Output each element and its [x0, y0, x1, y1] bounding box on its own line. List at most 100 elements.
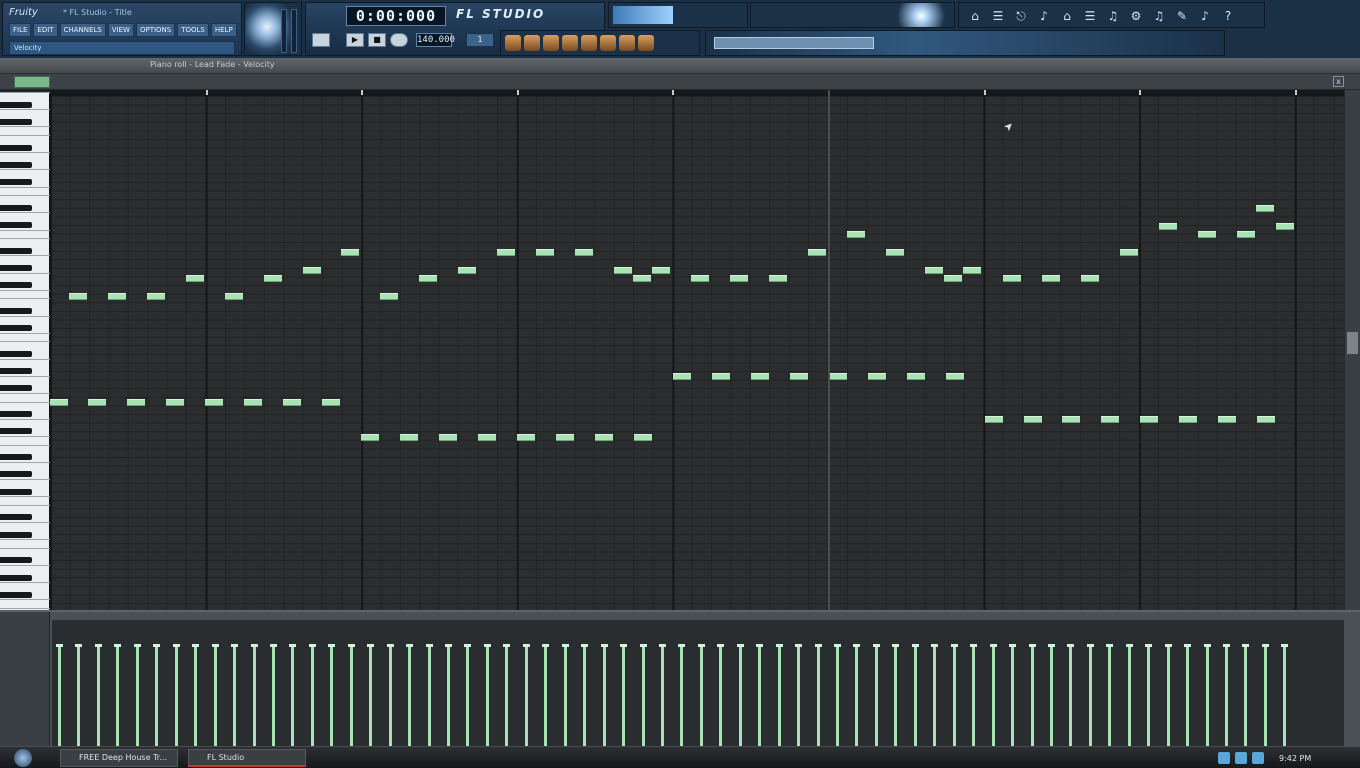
snap-selector[interactable] — [14, 76, 50, 88]
song-position-slider[interactable] — [714, 37, 874, 49]
piano-keyboard[interactable] — [0, 92, 50, 610]
note[interactable] — [1042, 275, 1060, 282]
piano-key-white[interactable] — [0, 238, 50, 240]
piano-key-white[interactable] — [0, 195, 50, 197]
velocity-handle[interactable] — [600, 644, 608, 647]
velocity-handle[interactable] — [1009, 644, 1017, 647]
record-button[interactable] — [390, 33, 408, 47]
velocity-bar[interactable] — [777, 646, 781, 746]
note[interactable] — [769, 275, 787, 282]
velocity-handle[interactable] — [931, 644, 939, 647]
piano-key-black[interactable] — [0, 351, 32, 357]
piano-key-white[interactable] — [0, 298, 50, 300]
playback-marker[interactable] — [828, 90, 830, 610]
mixer-icon[interactable]: ☰ — [1080, 6, 1100, 26]
velocity-handle[interactable] — [1164, 644, 1172, 647]
velocity-handle[interactable] — [483, 644, 491, 647]
piano-key-white[interactable] — [0, 186, 50, 188]
note[interactable] — [1120, 249, 1138, 256]
note[interactable] — [1140, 416, 1158, 423]
velocity-bar[interactable] — [1166, 646, 1170, 746]
master-volume-slider[interactable] — [281, 9, 287, 53]
tempo-display[interactable]: 140.000 — [416, 33, 455, 47]
note[interactable] — [634, 434, 652, 441]
piano-key-white[interactable] — [0, 522, 50, 523]
menu-channels[interactable]: CHANNELS — [59, 23, 106, 37]
menu-options[interactable]: OPTIONS — [135, 23, 176, 37]
piano-key-white[interactable] — [0, 341, 50, 343]
velocity-handle[interactable] — [775, 644, 783, 647]
piano-key-black[interactable] — [0, 557, 32, 564]
velocity-bar[interactable] — [155, 646, 159, 746]
velocity-handle[interactable] — [1028, 644, 1036, 647]
note[interactable] — [225, 293, 243, 300]
velocity-bar[interactable] — [349, 646, 353, 746]
browser-icon[interactable]: ⌂ — [965, 6, 985, 26]
velocity-bar[interactable] — [1127, 646, 1131, 746]
piano-key-white[interactable] — [0, 315, 50, 317]
piano-key-white[interactable] — [0, 255, 50, 257]
pattern-song-toggle[interactable] — [312, 33, 330, 47]
velocity-bar[interactable] — [913, 646, 917, 746]
slice-tool-icon[interactable] — [581, 35, 597, 51]
velocity-bar[interactable] — [816, 646, 820, 746]
note[interactable] — [847, 231, 865, 238]
close-icon[interactable]: x — [1333, 76, 1344, 87]
note[interactable] — [1024, 416, 1042, 423]
note[interactable] — [556, 434, 574, 441]
velocity-handle[interactable] — [658, 644, 666, 647]
time-display[interactable]: 0:00:000 — [346, 6, 446, 26]
velocity-bar[interactable] — [933, 646, 937, 746]
sampler-icon[interactable]: ♫ — [1103, 6, 1123, 26]
piano-key-white[interactable] — [0, 599, 50, 601]
velocity-handle[interactable] — [56, 644, 63, 647]
stop-button[interactable]: ■ — [368, 33, 386, 47]
velocity-bar[interactable] — [213, 646, 217, 746]
velocity-handle[interactable] — [1106, 644, 1114, 647]
velocity-bar[interactable] — [485, 646, 489, 746]
velocity-bar[interactable] — [135, 646, 139, 746]
play-button[interactable]: ▶ — [346, 33, 364, 47]
velocity-bar[interactable] — [680, 646, 684, 746]
velocity-bar[interactable] — [1088, 646, 1092, 746]
piano-key-black[interactable] — [0, 591, 32, 598]
piano-key-black[interactable] — [0, 282, 32, 289]
velocity-handle[interactable] — [192, 644, 200, 647]
note[interactable] — [712, 373, 730, 380]
note[interactable] — [614, 267, 632, 274]
velocity-bar[interactable] — [310, 646, 314, 746]
note[interactable] — [303, 267, 321, 274]
piano-key-black[interactable] — [0, 101, 32, 108]
velocity-bar[interactable] — [972, 646, 976, 746]
delete-tool-icon[interactable] — [543, 35, 559, 51]
scrollbar-thumb[interactable] — [1347, 332, 1358, 354]
piano-key-black[interactable] — [0, 471, 32, 478]
note[interactable] — [1218, 416, 1236, 423]
note[interactable] — [829, 373, 847, 380]
velocity-handle[interactable] — [542, 644, 550, 647]
piano-key-white[interactable] — [0, 496, 50, 498]
velocity-bar[interactable] — [447, 646, 450, 746]
note[interactable] — [50, 399, 68, 406]
velocity-handle[interactable] — [620, 644, 628, 647]
piano-key-white[interactable] — [0, 504, 50, 506]
note[interactable] — [1276, 223, 1294, 230]
piano-key-white[interactable] — [0, 272, 50, 274]
note[interactable] — [790, 373, 808, 380]
velocity-handle[interactable] — [367, 644, 375, 647]
velocity-handle[interactable] — [250, 644, 258, 647]
velocity-handle[interactable] — [697, 644, 705, 647]
velocity-handle[interactable] — [892, 644, 900, 647]
piano-key-white[interactable] — [0, 547, 50, 549]
note[interactable] — [439, 434, 457, 441]
piano-key-black[interactable] — [0, 308, 32, 314]
piano-key-white[interactable] — [0, 393, 50, 394]
velocity-bar[interactable] — [758, 646, 762, 746]
velocity-bar[interactable] — [1108, 646, 1112, 746]
velocity-bar[interactable] — [291, 646, 295, 746]
piano-key-white[interactable] — [0, 152, 50, 154]
piano-key-black[interactable] — [0, 368, 32, 375]
piano-key-black[interactable] — [0, 488, 32, 495]
piano-key-white[interactable] — [0, 109, 50, 111]
note[interactable] — [283, 399, 301, 406]
